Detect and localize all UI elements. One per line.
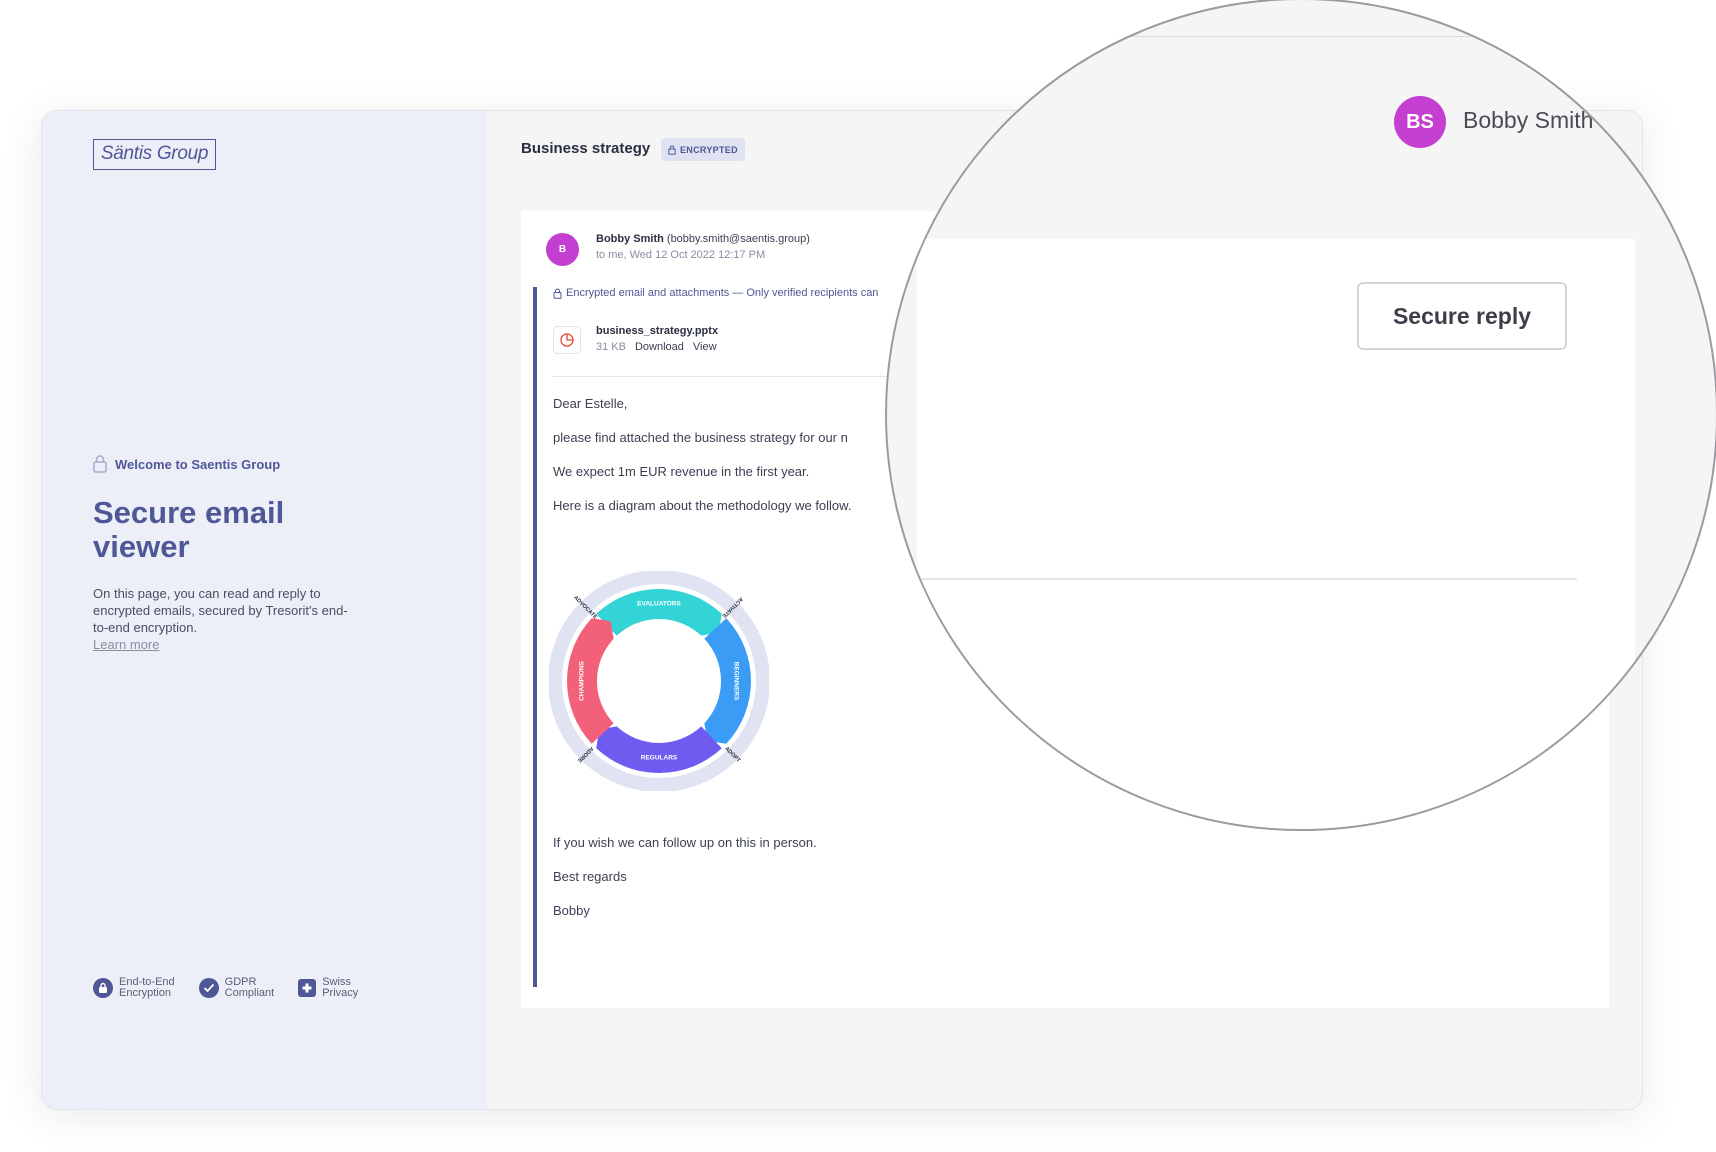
diagram-segment-label: REGULARS	[641, 755, 678, 762]
encrypted-badge: ENCRYPTED	[661, 138, 745, 161]
sender-email: (bobby.smith@saentis.group)	[666, 233, 810, 245]
badge-swiss: Swiss Privacy	[298, 977, 358, 999]
lock-icon	[553, 288, 562, 299]
attachment-meta: 31 KB Download View	[596, 341, 717, 353]
page-title: Secure email viewer	[93, 495, 285, 564]
body-closing: Best regards	[553, 869, 627, 884]
page-description: On this page, you can read and reply to …	[93, 586, 348, 635]
learn-more-link[interactable]: Learn more	[93, 637, 159, 652]
user-name[interactable]: Bobby Smith	[1463, 107, 1593, 134]
body-line: We expect 1m EUR revenue in the first ye…	[553, 464, 810, 479]
welcome-row: Welcome to Saentis Group	[93, 455, 280, 473]
sender-meta: to me, Wed 12 Oct 2022 12:17 PM	[596, 249, 766, 261]
welcome-text: Welcome to Saentis Group	[115, 456, 281, 472]
secure-reply-button[interactable]: Secure reply	[1357, 282, 1567, 350]
body-signature: Bobby	[553, 903, 590, 918]
lock-icon	[93, 455, 107, 473]
view-link[interactable]: View	[693, 341, 717, 353]
diagram-segment	[596, 589, 722, 636]
badge-label: GDPR Compliant	[224, 976, 275, 999]
diagram-segment-label: BEGINNERS	[732, 662, 739, 701]
attachment-size: 31 KB	[596, 341, 626, 353]
body-line: please find attached the business strate…	[553, 430, 848, 445]
quote-bar	[533, 287, 537, 987]
divider	[917, 578, 1577, 580]
badge-gdpr: GDPR Compliant	[198, 976, 275, 999]
sender-line: Bobby Smith (bobby.smith@saentis.group)	[596, 233, 810, 245]
badge-encryption: End-to-End Encryption	[93, 977, 175, 999]
methodology-diagram: EVALUATORSBEGINNERSREGULARSCHAMPIONSACTI…	[549, 571, 769, 791]
sender-name: Bobby Smith	[596, 233, 664, 245]
swiss-cross-icon	[298, 979, 317, 997]
zoom-magnifier: BS Bobby Smith Secure reply	[885, 0, 1716, 831]
badge-label: End-to-End Encryption	[119, 976, 175, 999]
badge-label: Swiss Privacy	[322, 976, 359, 999]
attachment-name[interactable]: business_strategy.pptx	[596, 325, 718, 337]
encryption-notice: Encrypted email and attachments — Only v…	[553, 287, 878, 299]
body-line: If you wish we can follow up on this in …	[553, 835, 817, 850]
body-line: Here is a diagram about the methodology …	[553, 498, 852, 513]
trust-badges: End-to-End Encryption GDPR Compliant Swi…	[93, 977, 358, 999]
pptx-file-icon[interactable]	[553, 326, 581, 354]
diagram-segment-label: EVALUATORS	[637, 601, 681, 608]
check-icon	[198, 978, 219, 998]
email-subject: Business strategy	[521, 140, 651, 157]
avatar: B	[546, 233, 579, 266]
diagram-segment	[596, 726, 722, 773]
body-greeting: Dear Estelle,	[553, 396, 628, 411]
sidebar: Säntis Group Welcome to Saentis Group Se…	[42, 111, 487, 1109]
company-logo: Säntis Group	[93, 139, 216, 170]
diagram-segment	[704, 618, 751, 744]
divider	[1132, 36, 1672, 37]
user-avatar[interactable]: BS	[1394, 96, 1446, 148]
diagram-segment-label: CHAMPIONS	[579, 660, 586, 700]
lock-icon	[93, 978, 113, 998]
lock-icon	[668, 145, 676, 155]
encryption-notice-text: Encrypted email and attachments — Only v…	[566, 287, 879, 299]
encrypted-badge-label: ENCRYPTED	[680, 144, 738, 155]
download-link[interactable]: Download	[635, 341, 684, 353]
diagram-segment	[567, 618, 614, 744]
